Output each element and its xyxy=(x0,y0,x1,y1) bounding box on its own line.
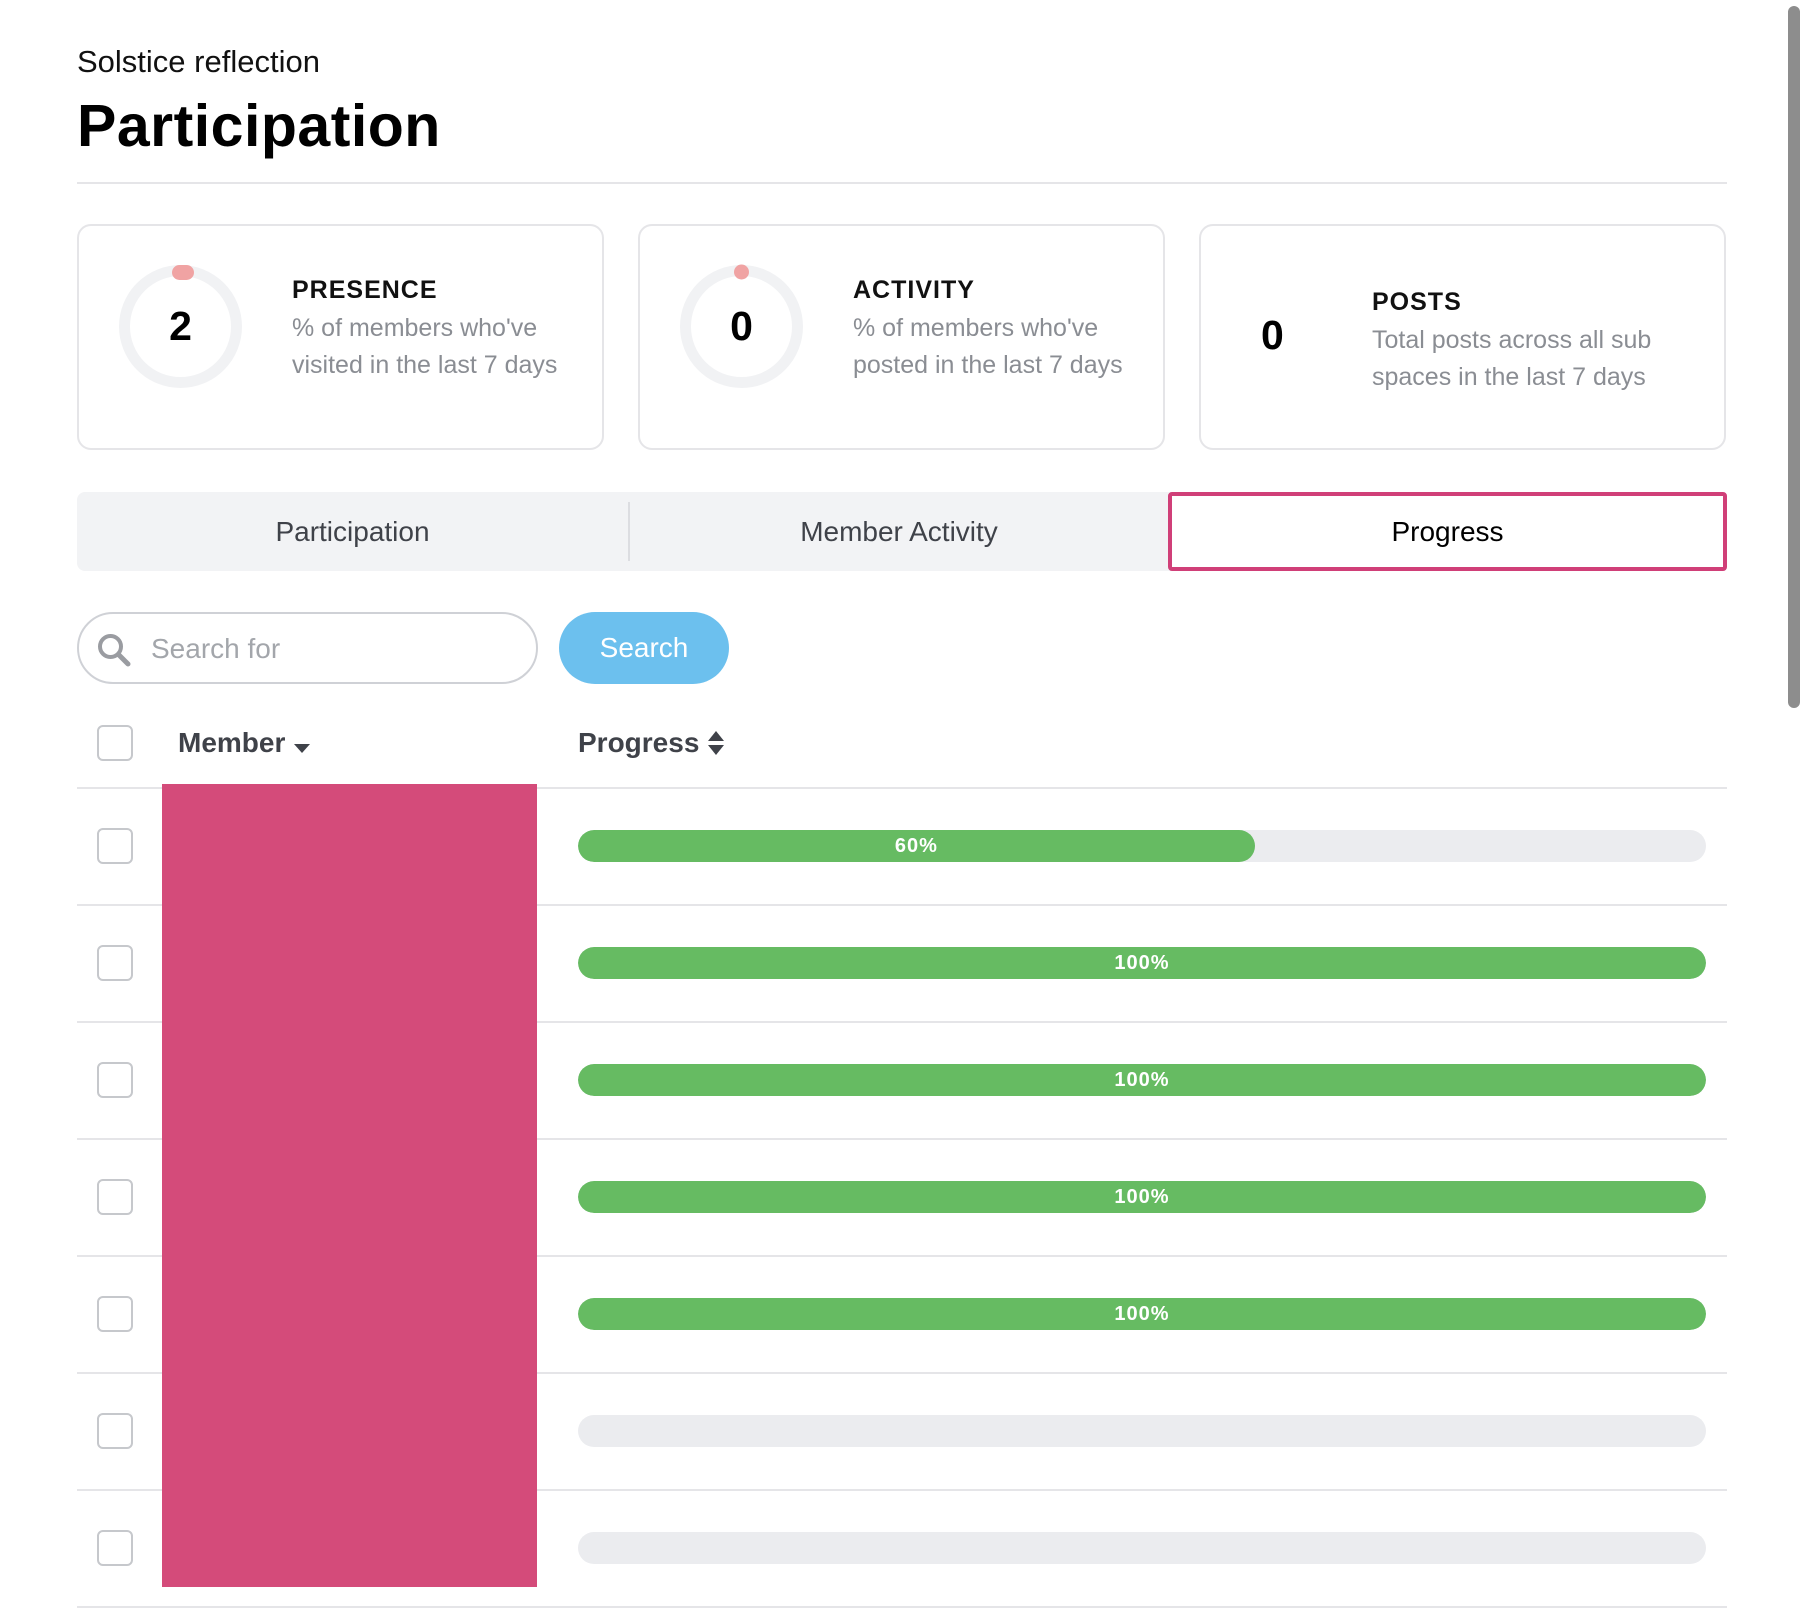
member-column-label: Member xyxy=(178,727,286,758)
presence-description: % of members who've visited in the last … xyxy=(292,314,558,379)
search-input[interactable] xyxy=(149,624,523,674)
caret-down-icon xyxy=(294,744,311,753)
row-checkbox[interactable] xyxy=(97,828,133,864)
progress-column-label: Progress xyxy=(578,727,700,758)
space-name: Solstice reflection xyxy=(77,44,320,79)
search-icon xyxy=(98,634,131,667)
activity-value: 0 xyxy=(730,303,753,349)
select-all-checkbox[interactable] xyxy=(97,725,133,761)
progress-bar-track: 100% xyxy=(578,1298,1706,1330)
posts-description: Total posts across all sub spaces in the… xyxy=(1372,326,1652,391)
tab-bar: Participation Member Activity Progress xyxy=(77,492,1727,571)
progress-bar-track: 100% xyxy=(578,1064,1706,1096)
activity-card: 0 ACTIVITY % of members who've posted in… xyxy=(638,224,1165,450)
posts-label: POSTS xyxy=(1372,288,1462,316)
sort-icon xyxy=(708,731,725,755)
progress-bar-fill: 100% xyxy=(578,1181,1706,1213)
row-checkbox[interactable] xyxy=(97,945,133,981)
participation-page: Solstice reflection Participation 2 PRES… xyxy=(0,0,1802,1608)
tab-member-activity[interactable]: Member Activity xyxy=(630,492,1168,571)
presence-value: 2 xyxy=(169,303,192,349)
progress-column-header[interactable]: Progress xyxy=(578,727,725,759)
page-scrollbar[interactable] xyxy=(1788,6,1800,708)
posts-value: 0 xyxy=(1261,312,1284,358)
activity-description: % of members who've posted in the last 7… xyxy=(853,314,1123,379)
tab-progress[interactable]: Progress xyxy=(1168,492,1727,571)
row-checkbox[interactable] xyxy=(97,1296,133,1332)
header-divider xyxy=(77,182,1727,184)
progress-bar-track: 100% xyxy=(578,1181,1706,1213)
presence-card: 2 PRESENCE % of members who've visited i… xyxy=(77,224,604,450)
progress-bar-track: 100% xyxy=(578,947,1706,979)
member-column-header[interactable]: Member xyxy=(178,727,311,759)
progress-bar-track: 60% xyxy=(578,830,1706,862)
activity-label: ACTIVITY xyxy=(853,276,975,304)
page-title: Participation xyxy=(77,93,441,159)
progress-bar-track xyxy=(578,1415,1706,1447)
tab-participation[interactable]: Participation xyxy=(77,492,628,571)
search-button[interactable]: Search xyxy=(559,612,729,684)
progress-bar-fill: 60% xyxy=(578,830,1255,862)
progress-bar-fill: 100% xyxy=(578,1064,1706,1096)
presence-label: PRESENCE xyxy=(292,276,438,304)
progress-bar-fill: 100% xyxy=(578,1298,1706,1330)
row-checkbox[interactable] xyxy=(97,1413,133,1449)
posts-card: 0 POSTS Total posts across all sub space… xyxy=(1199,224,1726,450)
row-checkbox[interactable] xyxy=(97,1179,133,1215)
row-checkbox[interactable] xyxy=(97,1062,133,1098)
search-field[interactable] xyxy=(77,612,538,684)
progress-bar-track xyxy=(578,1532,1706,1564)
redacted-member-names xyxy=(162,784,537,1587)
row-checkbox[interactable] xyxy=(97,1530,133,1566)
progress-bar-fill: 100% xyxy=(578,947,1706,979)
